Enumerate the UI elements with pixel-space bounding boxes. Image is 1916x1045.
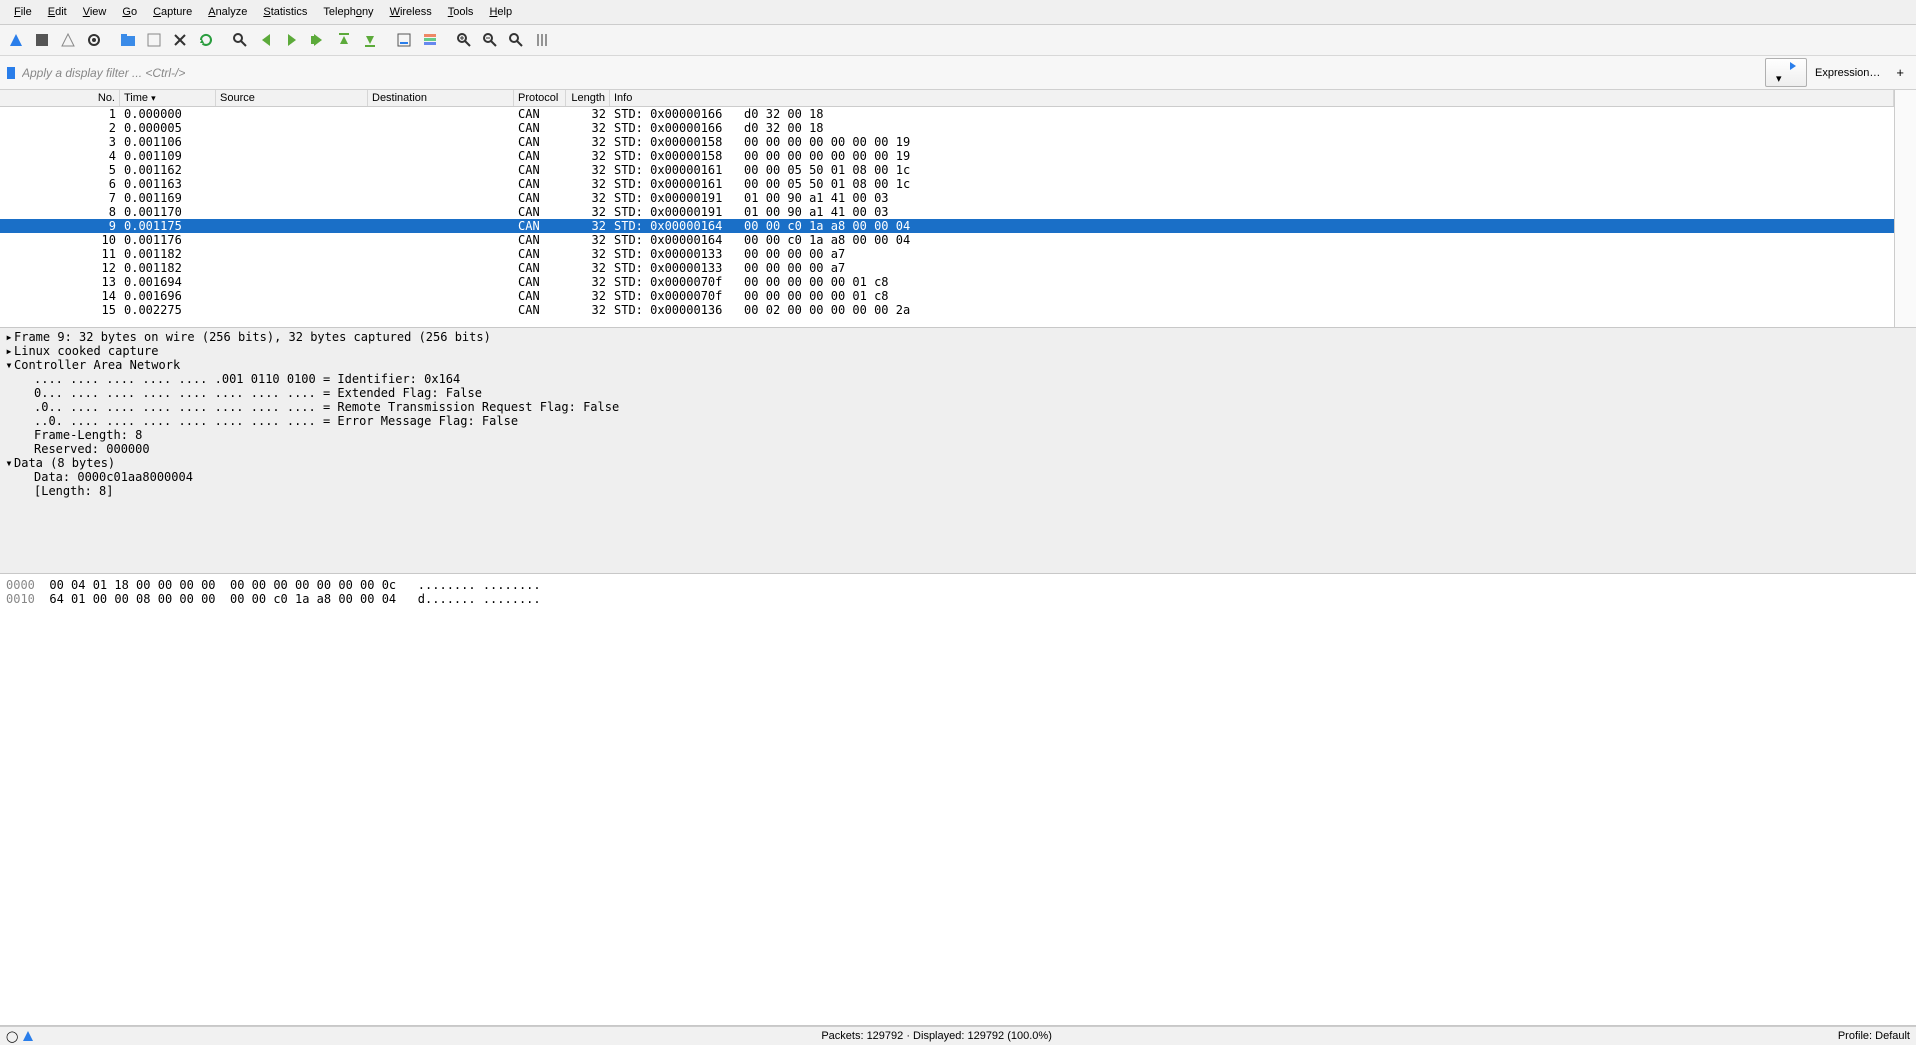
packet-row[interactable]: 40.001109CAN32STD: 0x00000158 00 00 00 0… xyxy=(0,149,1894,163)
column-info[interactable]: Info xyxy=(610,90,1894,106)
expand-icon[interactable]: ▸ xyxy=(4,344,14,358)
go-forward-icon[interactable] xyxy=(280,28,304,52)
expand-icon[interactable]: ▸ xyxy=(4,330,14,344)
packet-row[interactable]: 50.001162CAN32STD: 0x00000161 00 00 05 5… xyxy=(0,163,1894,177)
first-packet-icon[interactable] xyxy=(332,28,356,52)
menu-tools[interactable]: Tools xyxy=(440,4,482,20)
reload-icon[interactable] xyxy=(194,28,218,52)
go-back-icon[interactable] xyxy=(254,28,278,52)
tree-can-header[interactable]: Controller Area Network xyxy=(14,358,180,372)
expression-button[interactable]: Expression… xyxy=(1807,65,1888,81)
packet-row[interactable]: 70.001169CAN32STD: 0x00000191 01 00 90 a… xyxy=(0,191,1894,205)
menu-telephony[interactable]: Telephony xyxy=(315,4,381,20)
auto-scroll-icon[interactable] xyxy=(392,28,416,52)
column-no[interactable]: No. xyxy=(0,90,120,106)
tree-line[interactable]: ..0. .... .... .... .... .... .... .... … xyxy=(4,414,1912,428)
packet-row[interactable]: 130.001694CAN32STD: 0x0000070f 00 00 00 … xyxy=(0,275,1894,289)
tree-frame[interactable]: Frame 9: 32 bytes on wire (256 bits), 32… xyxy=(14,330,491,344)
find-packet-icon[interactable] xyxy=(228,28,252,52)
status-expert-icon[interactable] xyxy=(21,1029,35,1043)
status-packet-count: Packets: 129792 · Displayed: 129792 (100… xyxy=(35,1030,1837,1042)
packet-bytes-pane[interactable]: 0000 00 04 01 18 00 00 00 00 00 00 00 00… xyxy=(0,574,1916,1026)
bytes-row[interactable]: 0000 00 04 01 18 00 00 00 00 00 00 00 00… xyxy=(6,578,1910,592)
restart-capture-icon[interactable] xyxy=(56,28,80,52)
capture-options-icon[interactable] xyxy=(82,28,106,52)
packet-row[interactable]: 140.001696CAN32STD: 0x0000070f 00 00 00 … xyxy=(0,289,1894,303)
close-file-icon[interactable] xyxy=(168,28,192,52)
menu-statistics[interactable]: Statistics xyxy=(255,4,315,20)
zoom-in-icon[interactable] xyxy=(452,28,476,52)
menu-capture[interactable]: Capture xyxy=(145,4,200,20)
bytes-row[interactable]: 0010 64 01 00 00 08 00 00 00 00 00 c0 1a… xyxy=(6,592,1910,606)
resize-columns-icon[interactable] xyxy=(530,28,554,52)
tree-line[interactable]: Reserved: 000000 xyxy=(4,442,1912,456)
bookmark-icon[interactable] xyxy=(4,64,18,82)
open-file-icon[interactable] xyxy=(116,28,140,52)
packet-row[interactable]: 80.001170CAN32STD: 0x00000191 01 00 90 a… xyxy=(0,205,1894,219)
column-source[interactable]: Source xyxy=(216,90,368,106)
packet-row[interactable]: 150.002275CAN32STD: 0x00000136 00 02 00 … xyxy=(0,303,1894,317)
menu-analyze[interactable]: Analyze xyxy=(200,4,255,20)
column-time[interactable]: Time ▾ xyxy=(120,90,216,106)
menu-go[interactable]: Go xyxy=(114,4,145,20)
main-toolbar xyxy=(0,25,1916,56)
collapse-icon[interactable]: ▾ xyxy=(4,358,14,372)
packet-list-header[interactable]: No. Time ▾ Source Destination Protocol L… xyxy=(0,90,1894,107)
packet-row[interactable]: 110.001182CAN32STD: 0x00000133 00 00 00 … xyxy=(0,247,1894,261)
packet-row[interactable]: 60.001163CAN32STD: 0x00000161 00 00 05 5… xyxy=(0,177,1894,191)
packet-minimap[interactable] xyxy=(1894,90,1916,327)
menu-file[interactable]: File xyxy=(6,4,40,20)
packet-row[interactable]: 90.001175CAN32STD: 0x00000164 00 00 c0 1… xyxy=(0,219,1894,233)
column-destination[interactable]: Destination xyxy=(368,90,514,106)
tree-line[interactable]: Frame-Length: 8 xyxy=(4,428,1912,442)
display-filter-bar: ▾ Expression… + xyxy=(0,56,1916,90)
save-file-icon[interactable] xyxy=(142,28,166,52)
menu-help[interactable]: Help xyxy=(481,4,520,20)
packet-list-pane: No. Time ▾ Source Destination Protocol L… xyxy=(0,90,1916,328)
tree-data-header[interactable]: Data (8 bytes) xyxy=(14,456,115,470)
menubar: FileEditViewGoCaptureAnalyzeStatisticsTe… xyxy=(0,0,1916,25)
menu-edit[interactable]: Edit xyxy=(40,4,75,20)
tree-linux[interactable]: Linux cooked capture xyxy=(14,344,159,358)
tree-line[interactable]: 0... .... .... .... .... .... .... .... … xyxy=(4,386,1912,400)
status-ready-icon: ◯ xyxy=(6,1030,18,1043)
display-filter-input[interactable] xyxy=(18,63,1765,83)
zoom-reset-icon[interactable] xyxy=(504,28,528,52)
tree-line[interactable]: [Length: 8] xyxy=(4,484,1912,498)
last-packet-icon[interactable] xyxy=(358,28,382,52)
menu-wireless[interactable]: Wireless xyxy=(382,4,440,20)
statusbar: ◯ Packets: 129792 · Displayed: 129792 (1… xyxy=(0,1026,1916,1045)
colorize-icon[interactable] xyxy=(418,28,442,52)
zoom-out-icon[interactable] xyxy=(478,28,502,52)
packet-row[interactable]: 120.001182CAN32STD: 0x00000133 00 00 00 … xyxy=(0,261,1894,275)
packet-detail-pane[interactable]: ▸Frame 9: 32 bytes on wire (256 bits), 3… xyxy=(0,328,1916,574)
column-length[interactable]: Length xyxy=(566,90,610,106)
menu-view[interactable]: View xyxy=(75,4,115,20)
packet-row[interactable]: 100.001176CAN32STD: 0x00000164 00 00 c0 … xyxy=(0,233,1894,247)
tree-line[interactable]: .0.. .... .... .... .... .... .... .... … xyxy=(4,400,1912,414)
stop-capture-icon[interactable] xyxy=(30,28,54,52)
start-capture-icon[interactable] xyxy=(4,28,28,52)
column-protocol[interactable]: Protocol xyxy=(514,90,566,106)
collapse-icon[interactable]: ▾ xyxy=(4,456,14,470)
packet-row[interactable]: 10.000000CAN32STD: 0x00000166 d0 32 00 1… xyxy=(0,107,1894,121)
add-filter-button[interactable]: + xyxy=(1888,63,1912,82)
apply-filter-button[interactable]: ▾ xyxy=(1765,58,1807,87)
go-to-packet-icon[interactable] xyxy=(306,28,330,52)
packet-row[interactable]: 20.000005CAN32STD: 0x00000166 d0 32 00 1… xyxy=(0,121,1894,135)
packet-list[interactable]: No. Time ▾ Source Destination Protocol L… xyxy=(0,90,1894,327)
tree-line[interactable]: .... .... .... .... .... .001 0110 0100 … xyxy=(4,372,1912,386)
status-profile[interactable]: Profile: Default xyxy=(1838,1030,1910,1042)
tree-line[interactable]: Data: 0000c01aa8000004 xyxy=(4,470,1912,484)
packet-row[interactable]: 30.001106CAN32STD: 0x00000158 00 00 00 0… xyxy=(0,135,1894,149)
